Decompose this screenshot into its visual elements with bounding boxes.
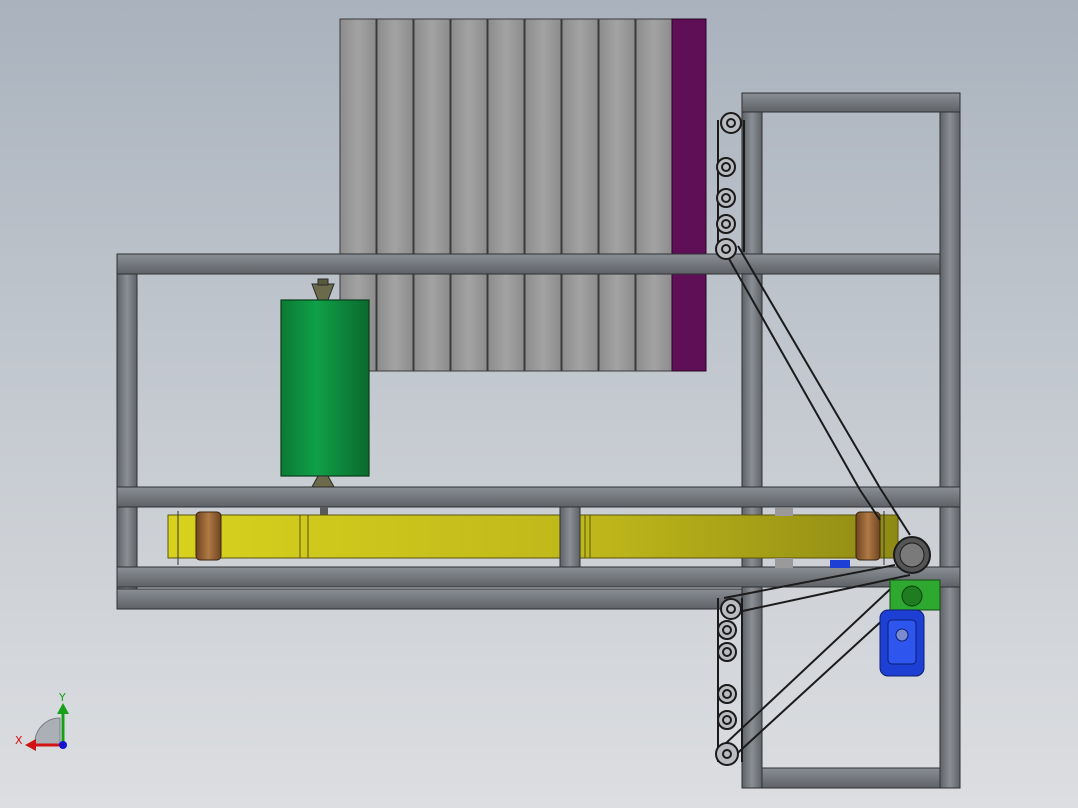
filter-plate-stack <box>339 18 707 372</box>
chain-sprockets-upper <box>715 112 742 260</box>
conveyor-belt <box>167 506 899 568</box>
cad-viewport[interactable]: Y X <box>0 0 1078 808</box>
x-axis-label: X <box>15 734 23 747</box>
end-plate <box>671 18 707 372</box>
press-roller <box>280 278 370 517</box>
y-axis-label: Y <box>58 691 66 704</box>
assembly-drawing: Y X <box>15 18 961 789</box>
coordinate-triad <box>25 703 69 751</box>
